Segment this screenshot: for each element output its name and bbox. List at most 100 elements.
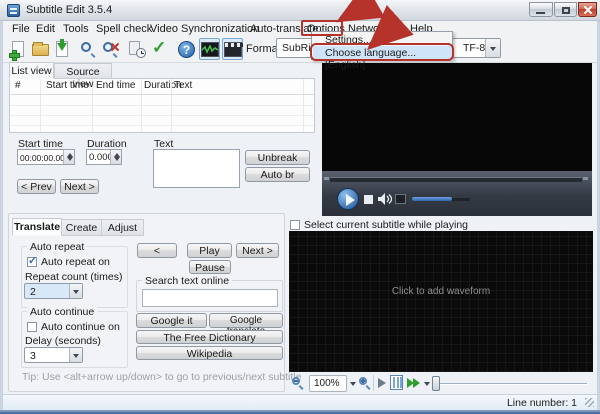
tab-source-view[interactable]: Source view	[54, 63, 112, 79]
volume-icon[interactable]	[378, 193, 392, 205]
start-time-stepper[interactable]: 00:00:00.000	[17, 149, 75, 165]
tab-adjust[interactable]: Adjust	[102, 219, 144, 236]
zoom-value: 100%	[314, 378, 340, 389]
minimize-button[interactable]	[529, 2, 553, 17]
visual-sync-button[interactable]	[126, 38, 147, 60]
auto-repeat-checkbox-label[interactable]: Auto repeat on	[41, 256, 110, 268]
spell-check-button[interactable]: ✓	[149, 38, 170, 60]
subtitle-list[interactable]: # Start time End time Duration Text	[9, 78, 315, 133]
pause-button[interactable]: Pause	[189, 260, 231, 274]
repeat-count-label: Repeat count (times)	[25, 271, 122, 283]
checkmark-icon: ✓	[28, 254, 37, 267]
delay-combobox[interactable]: 3	[24, 347, 83, 363]
zoom-out-icon[interactable]	[292, 377, 305, 390]
tab-list-view[interactable]: List view	[9, 62, 54, 79]
line-number-status: Line number: 1	[507, 397, 577, 409]
window-title: Subtitle Edit 3.5.4	[26, 4, 112, 16]
window-border-bottom	[0, 410, 600, 414]
chevron-down-icon	[69, 348, 82, 362]
fullscreen-icon[interactable]	[395, 194, 406, 204]
search-online-group: Search text online	[136, 280, 283, 312]
help-icon: ?	[178, 41, 195, 58]
spell-check-icon: ✓	[152, 38, 166, 58]
help-button[interactable]: ?	[175, 38, 196, 60]
fast-forward-icon[interactable]	[407, 378, 422, 388]
menu-spell-check[interactable]: Spell check	[96, 23, 152, 35]
tip-text: Tip: Use <alt+arrow up/down> to go to pr…	[22, 371, 301, 383]
repeat-count-combobox[interactable]: 2	[24, 283, 83, 299]
position-slider-handle[interactable]	[432, 376, 440, 391]
repeat-count-value: 2	[30, 286, 36, 298]
resize-grip[interactable]	[585, 398, 594, 407]
maximize-icon	[562, 7, 570, 14]
google-translate-button[interactable]: Google translate	[209, 313, 283, 328]
waveform-area[interactable]: Click to add waveform	[289, 231, 593, 372]
spinner-arrows-icon[interactable]	[63, 150, 74, 164]
search-online-label: Search text online	[142, 275, 232, 287]
unbreak-button[interactable]: Unbreak	[245, 150, 310, 165]
encoding-combobox[interactable]: TF-8)	[449, 38, 501, 58]
menu-file[interactable]: File	[12, 23, 30, 35]
wikipedia-button[interactable]: Wikipedia	[136, 346, 283, 360]
chevron-down-icon[interactable]	[350, 382, 356, 386]
auto-repeat-checkbox[interactable]: ✓	[27, 257, 37, 267]
tab-create[interactable]: Create	[62, 219, 102, 236]
tab-translate[interactable]: Translate	[12, 218, 62, 236]
auto-br-button[interactable]: Auto br	[245, 167, 310, 182]
menu-item-settings[interactable]: Settings...	[313, 33, 453, 47]
auto-continue-title: Auto continue	[27, 306, 97, 318]
seek-bar[interactable]	[330, 177, 582, 182]
video-clapperboard-icon	[224, 42, 242, 57]
find-button[interactable]	[77, 38, 98, 60]
chevron-down-icon[interactable]	[424, 382, 430, 386]
zoom-in-icon[interactable]	[359, 377, 372, 390]
menu-synchronization[interactable]: Synchronization	[181, 23, 259, 35]
waveform-hint: Click to add waveform	[289, 286, 593, 297]
video-stop-button[interactable]	[364, 195, 373, 204]
auto-continue-checkbox[interactable]	[27, 322, 37, 332]
status-bar: Line number: 1	[3, 394, 597, 410]
menu-tools[interactable]: Tools	[63, 23, 89, 35]
open-folder-icon	[32, 44, 49, 56]
maximize-button[interactable]	[554, 2, 577, 17]
waveform-zoom-combobox[interactable]: 100%	[309, 375, 347, 392]
play-cursor-icon[interactable]	[378, 378, 386, 388]
duration-stepper[interactable]: 0.000	[86, 149, 122, 165]
chevron-down-icon	[69, 284, 82, 298]
toggle-waveform-button[interactable]	[199, 38, 220, 60]
select-subtitle-label[interactable]: Select current subtitle while playing	[304, 219, 468, 231]
select-subtitle-checkbox[interactable]	[290, 220, 300, 230]
next-subtitle-button[interactable]: Next >	[60, 179, 99, 194]
next-button[interactable]: Next >	[236, 243, 279, 258]
play-icon	[346, 194, 355, 206]
prev-subtitle-button[interactable]: < Prev	[17, 179, 56, 194]
position-slider-track[interactable]	[434, 383, 587, 385]
separator	[373, 375, 374, 391]
spinner-arrows-icon[interactable]	[110, 150, 121, 164]
spectrogram-toggle-icon[interactable]	[390, 375, 403, 390]
close-button[interactable]	[578, 2, 597, 17]
subtitle-text-input[interactable]	[153, 149, 240, 188]
title-bar[interactable]: Subtitle Edit 3.5.4	[0, 0, 600, 21]
menu-item-choose-language[interactable]: Choose language... [English]	[313, 46, 453, 60]
menu-edit[interactable]: Edit	[36, 23, 55, 35]
play-back-button[interactable]: <	[137, 243, 177, 258]
replace-button[interactable]	[100, 38, 121, 60]
window-border-left	[0, 21, 3, 410]
delay-label: Delay (seconds)	[25, 335, 101, 347]
menu-video[interactable]: Video	[150, 23, 178, 35]
save-button[interactable]	[51, 38, 72, 60]
toggle-video-button[interactable]	[222, 38, 243, 60]
google-it-button[interactable]: Google it	[136, 313, 207, 328]
search-icon	[81, 42, 94, 55]
video-player-controls	[322, 171, 592, 216]
free-dictionary-button[interactable]: The Free Dictionary	[136, 330, 283, 344]
auto-continue-checkbox-label[interactable]: Auto continue on	[41, 321, 120, 333]
video-play-button[interactable]	[337, 188, 359, 210]
new-file-button[interactable]	[7, 38, 28, 60]
column-end-time: End time	[96, 80, 135, 91]
play-button[interactable]: Play	[187, 243, 232, 258]
search-online-input[interactable]	[142, 289, 278, 307]
open-file-button[interactable]	[29, 38, 50, 60]
auto-repeat-title: Auto repeat	[27, 241, 87, 253]
